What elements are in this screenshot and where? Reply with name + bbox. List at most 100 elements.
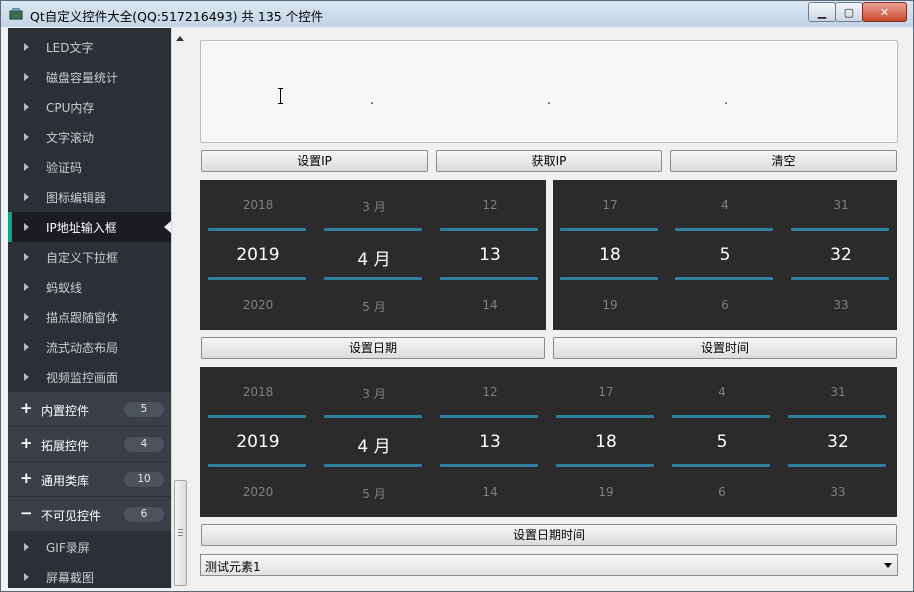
chevron-right-icon — [24, 313, 29, 321]
picker-column[interactable]: 2018 2019 2020 — [208, 367, 308, 517]
chevron-right-icon — [24, 253, 29, 261]
sidebar-group-label: 不可见控件 — [41, 509, 102, 523]
chevron-right-icon — [24, 373, 29, 381]
chevron-right-icon — [24, 43, 29, 51]
sidebar-item[interactable]: 图标编辑器 — [8, 182, 171, 212]
picker-column[interactable]: 3 月 4 月 5 月 — [324, 367, 424, 517]
set-datetime-button[interactable]: 设置日期时间 — [201, 524, 897, 546]
selection-line-top — [440, 415, 538, 418]
maximize-button[interactable]: ▢ — [835, 2, 863, 22]
sidebar-item-label: 图标编辑器 — [46, 191, 107, 205]
current-value: 18 — [599, 245, 621, 265]
sidebar-item-label: GIF录屏 — [46, 541, 90, 555]
prev-value: 12 — [482, 385, 498, 399]
current-value: 13 — [479, 245, 501, 265]
sidebar-item-label: 流式动态布局 — [46, 341, 119, 355]
sidebar-group[interactable]: − 不可见控件 6 — [8, 497, 171, 531]
picker-column[interactable]: 12 13 14 — [440, 180, 540, 330]
scroll-up-icon[interactable] — [176, 36, 184, 41]
count-badge: 10 — [124, 472, 164, 487]
selection-line-bottom — [556, 464, 654, 467]
selection-line-bottom — [440, 464, 538, 467]
app-window: Qt自定义控件大全(QQ:517216493) 共 135 个控件 ▁ ▢ ✕ … — [0, 0, 914, 592]
picker-column[interactable]: 31 32 33 — [788, 367, 888, 517]
client-area: LED文字磁盘容量统计 CPU内存 文字滚动 验证码图标编辑器 IP地址输入框自定义下拉… — [8, 28, 906, 588]
selection-line-bottom — [672, 464, 770, 467]
element-combo[interactable]: 测试元素1 — [200, 554, 898, 576]
plus-icon: + — [20, 469, 33, 487]
sidebar-group-label: 通用类库 — [41, 474, 90, 488]
prev-value: 2018 — [242, 198, 274, 212]
sidebar-item[interactable]: 验证码 — [8, 152, 171, 182]
datetime-picker[interactable]: 2018 2019 2020 3 月 4 月 5 月 12 13 14 17 18 19 4 5 6 31 32… — [200, 367, 897, 517]
sidebar-item-label: 视频监控画面 — [46, 371, 119, 385]
sidebar-item[interactable]: 磁盘容量统计 — [8, 62, 171, 92]
sidebar-item[interactable]: CPU内存 — [8, 92, 171, 122]
sidebar-item[interactable]: 蚂蚁线 — [8, 272, 171, 302]
chevron-right-icon — [24, 573, 29, 581]
current-value: 13 — [479, 432, 501, 452]
next-value: 2020 — [242, 298, 274, 312]
current-value: 5 — [719, 245, 731, 265]
sidebar-item[interactable]: 文字滚动 — [8, 122, 171, 152]
picker-column[interactable]: 4 5 6 — [672, 367, 772, 517]
sidebar-item[interactable]: 屏幕截图 — [8, 562, 171, 588]
selection-line-bottom — [675, 277, 773, 280]
window-title: Qt自定义控件大全(QQ:517216493) 共 135 个控件 — [30, 9, 324, 24]
sidebar-group-label: 拓展控件 — [41, 439, 90, 453]
sidebar-group[interactable]: + 拓展控件 4 — [8, 427, 171, 461]
prev-value: 2018 — [242, 385, 274, 399]
chevron-down-icon[interactable] — [884, 563, 892, 568]
sidebar-item[interactable]: GIF录屏 — [8, 532, 171, 562]
next-value: 19 — [598, 485, 614, 499]
title-bar[interactable]: Qt自定义控件大全(QQ:517216493) 共 135 个控件 ▁ ▢ ✕ — [1, 1, 913, 27]
sidebar-item[interactable]: IP地址输入框 — [8, 212, 171, 242]
current-value: 32 — [827, 432, 849, 452]
sidebar-item-label: 自定义下拉框 — [46, 251, 119, 265]
plus-icon: + — [20, 399, 33, 417]
selection-line-top — [675, 228, 773, 231]
ip-address-input[interactable]: . . . — [200, 40, 898, 143]
time-picker[interactable]: 17 18 19 4 5 6 31 32 33 — [553, 180, 897, 330]
sidebar-item[interactable]: 视频监控画面 — [8, 362, 171, 392]
chevron-right-icon — [24, 543, 29, 551]
selection-line-top — [556, 415, 654, 418]
ip-dot: . — [724, 93, 729, 108]
count-badge: 6 — [124, 507, 164, 522]
clear-button[interactable]: 清空 — [670, 150, 897, 172]
sidebar-item[interactable]: 流式动态布局 — [8, 332, 171, 362]
set-time-button[interactable]: 设置时间 — [553, 337, 897, 359]
picker-column[interactable]: 17 18 19 — [556, 367, 656, 517]
picker-column[interactable]: 4 5 6 — [675, 180, 775, 330]
sidebar-item[interactable]: 自定义下拉框 — [8, 242, 171, 272]
date-picker[interactable]: 2018 2019 2020 3 月 4 月 5 月 12 13 14 — [200, 180, 546, 330]
sidebar-group[interactable]: + 通用类库 10 — [8, 462, 171, 496]
current-value: 4 月 — [357, 250, 391, 270]
chevron-right-icon — [24, 133, 29, 141]
next-value: 5 月 — [362, 487, 386, 501]
next-value: 19 — [602, 298, 618, 312]
picker-column[interactable]: 31 32 33 — [791, 180, 891, 330]
picker-column[interactable]: 17 18 19 — [560, 180, 660, 330]
app-icon — [9, 8, 23, 20]
selection-line-bottom — [791, 277, 889, 280]
minimize-button[interactable]: ▁ — [808, 2, 836, 22]
next-value: 5 月 — [362, 300, 386, 314]
chevron-right-icon — [24, 193, 29, 201]
next-value: 6 — [721, 298, 729, 312]
sidebar-group[interactable]: + 内置控件 5 — [8, 392, 171, 426]
sidebar-scrollbar[interactable] — [171, 28, 188, 588]
prev-value: 4 — [721, 198, 729, 212]
picker-column[interactable]: 12 13 14 — [440, 367, 540, 517]
set-ip-button[interactable]: 设置IP — [201, 150, 428, 172]
sidebar-item-label: 磁盘容量统计 — [46, 71, 119, 85]
close-button[interactable]: ✕ — [862, 2, 907, 22]
picker-column[interactable]: 3 月 4 月 5 月 — [324, 180, 424, 330]
scroll-thumb[interactable] — [174, 480, 187, 586]
picker-column[interactable]: 2018 2019 2020 — [208, 180, 308, 330]
sidebar-item[interactable]: LED文字 — [8, 32, 171, 62]
set-date-button[interactable]: 设置日期 — [201, 337, 545, 359]
get-ip-button[interactable]: 获取IP — [436, 150, 662, 172]
sidebar-item[interactable]: 描点跟随窗体 — [8, 302, 171, 332]
maximize-icon: ▢ — [843, 5, 855, 19]
